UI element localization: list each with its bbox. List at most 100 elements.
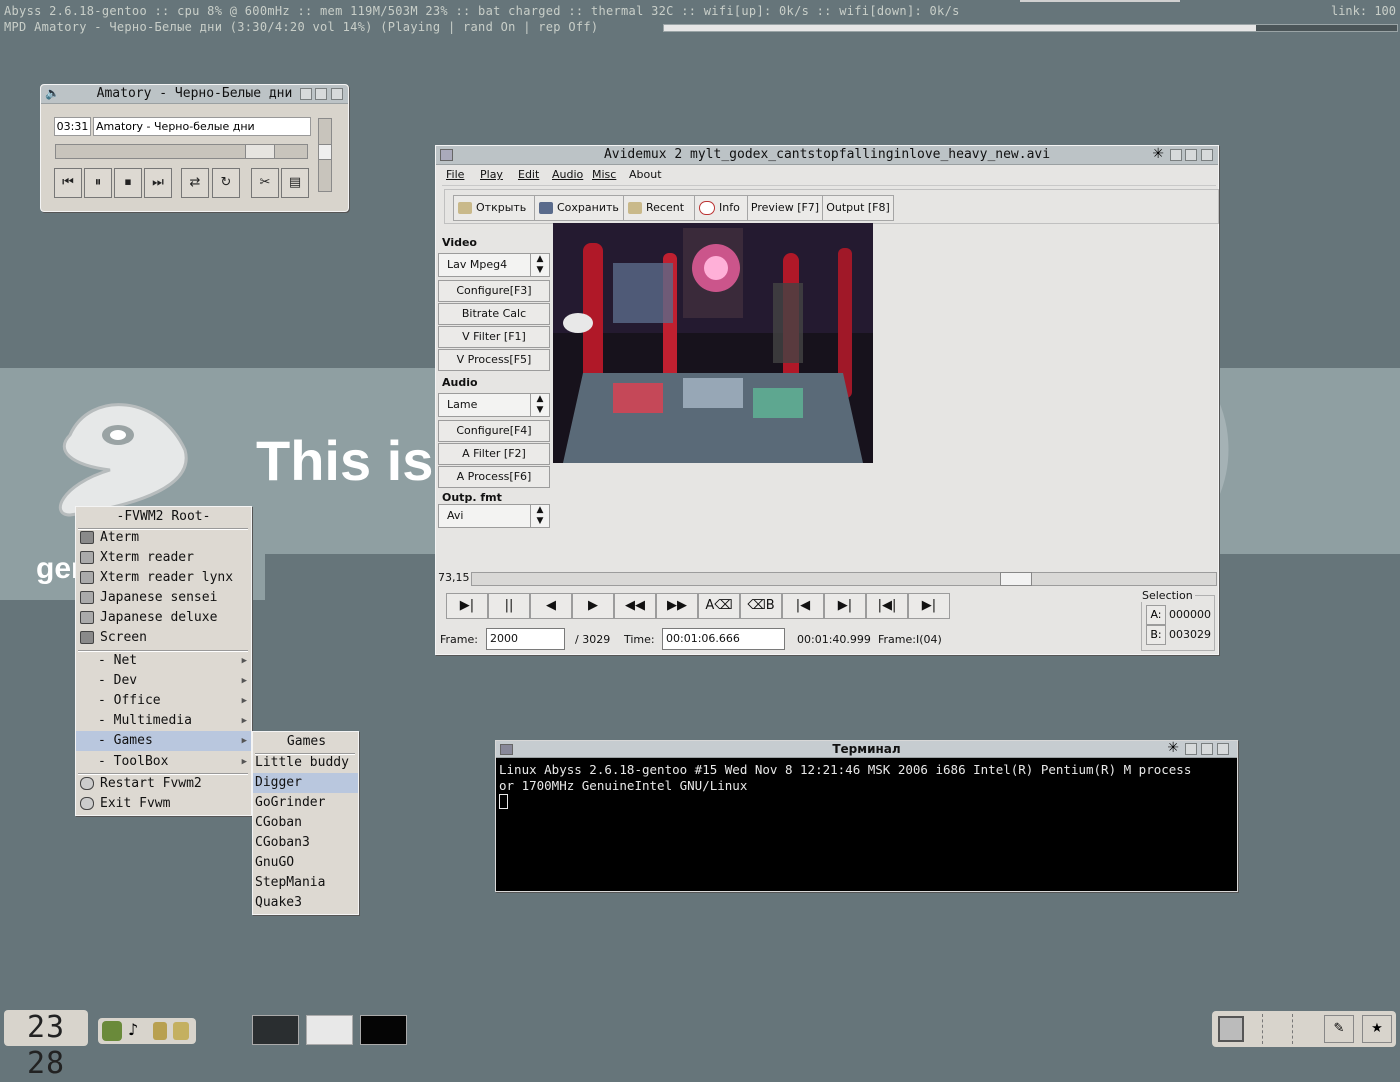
video-configure-button[interactable]: Configure[F3] xyxy=(438,280,550,302)
bitrate-calc-button[interactable]: Bitrate Calc xyxy=(438,303,550,325)
shuffle-button[interactable]: ⇄ xyxy=(181,168,209,198)
maximize-icon[interactable] xyxy=(1217,743,1229,755)
menu-audio[interactable]: Audio xyxy=(552,168,583,181)
pager-desk-3[interactable] xyxy=(360,1015,407,1045)
minimize-icon[interactable] xyxy=(1201,743,1213,755)
audio-filter-button[interactable]: A Filter [F2] xyxy=(438,443,550,465)
repeat-button[interactable]: ↻ xyxy=(212,168,240,198)
menu-item-games[interactable]: - Games ▶ xyxy=(76,731,251,751)
submenu-arrow-icon: ▶ xyxy=(241,656,247,666)
xmms-titlebar[interactable]: 🔈 Amatory - Черно-Белые дни xyxy=(41,85,348,104)
next-keyframe-button[interactable]: ▶▶ xyxy=(656,593,698,619)
menu-item-dev[interactable]: - Dev ▶ xyxy=(76,671,251,691)
monitor-icon[interactable] xyxy=(1218,1016,1244,1042)
menu-item-xterm-reader-lynx[interactable]: Xterm reader lynx xyxy=(76,568,251,588)
game-item-quake3[interactable]: Quake3 xyxy=(253,893,358,913)
star-icon[interactable]: ★ xyxy=(1362,1015,1392,1043)
menu-item-multimedia[interactable]: - Multimedia ▶ xyxy=(76,711,251,731)
frame-input[interactable]: 2000 xyxy=(486,628,565,650)
menu-item-aterm[interactable]: Aterm xyxy=(76,528,251,548)
apps-icon[interactable] xyxy=(173,1022,189,1040)
prev-frame-button[interactable]: ◀ xyxy=(530,593,572,619)
game-item-stepmania[interactable]: StepMania xyxy=(253,873,358,893)
next-button[interactable]: ⏭ xyxy=(144,168,172,198)
output-button[interactable]: Output [F8] xyxy=(822,195,894,221)
sticky-icon[interactable]: ✳ xyxy=(1167,740,1179,756)
pause-button[interactable]: ⏸ xyxy=(84,168,112,198)
goto-start-button[interactable]: |◀| xyxy=(866,593,908,619)
menu-file[interactable]: File xyxy=(446,168,464,181)
game-item-digger[interactable]: Digger xyxy=(253,773,358,793)
menu-edit[interactable]: Edit xyxy=(518,168,539,181)
audio-codec-select[interactable]: Lame ▲ ▼ xyxy=(438,393,550,417)
menu-item-exit[interactable]: Exit Fvwm xyxy=(76,794,251,814)
video-process-button[interactable]: V Process[F5] xyxy=(438,349,550,371)
menu-item-net[interactable]: - Net ▶ xyxy=(76,651,251,671)
sticky-icon[interactable]: ✳ xyxy=(1152,146,1164,162)
game-item-cgoban[interactable]: CGoban xyxy=(253,813,358,833)
goto-end-button[interactable]: ▶| xyxy=(908,593,950,619)
stop-button[interactable]: ⏹ xyxy=(114,168,142,198)
stop-button[interactable]: || xyxy=(488,593,530,619)
open-button[interactable]: Открыть xyxy=(453,195,535,221)
xmms-volume-knob[interactable] xyxy=(319,144,331,161)
book-icon xyxy=(80,551,94,564)
menu-item-office[interactable]: - Office ▶ xyxy=(76,691,251,711)
playlist-button[interactable]: ▤ xyxy=(281,168,309,198)
minimize-icon[interactable] xyxy=(1185,149,1197,161)
avidemux-titlebar[interactable]: Avidemux 2 mylt_godex_cantstopfallinginl… xyxy=(436,146,1218,165)
audio-configure-button[interactable]: Configure[F4] xyxy=(438,420,550,442)
maximize-icon[interactable] xyxy=(1201,149,1213,161)
menu-misc[interactable]: Misc xyxy=(592,168,616,181)
pager-desk-1[interactable] xyxy=(252,1015,299,1045)
music-icon[interactable]: ♪ xyxy=(128,1020,138,1039)
restore-icon[interactable] xyxy=(1170,149,1182,161)
prev-button[interactable]: ⏮ xyxy=(54,168,82,198)
audio-process-button[interactable]: A Process[F6] xyxy=(438,466,550,488)
next-frame-button[interactable]: ▶ xyxy=(572,593,614,619)
terminal-titlebar[interactable]: Терминал ✳ xyxy=(496,740,1237,758)
menu-item-japanese-sensei[interactable]: Japanese sensei xyxy=(76,588,251,608)
pin-icon[interactable]: ✎ xyxy=(1324,1015,1354,1043)
menu-item-japanese-deluxe[interactable]: Japanese deluxe xyxy=(76,608,251,628)
pager-desk-2[interactable] xyxy=(306,1015,353,1045)
tools-icon[interactable] xyxy=(153,1022,167,1040)
menu-item-label: - Multimedia xyxy=(98,713,192,728)
play-button[interactable]: ▶| xyxy=(446,593,488,619)
minimize-icon[interactable] xyxy=(315,88,327,100)
menu-play[interactable]: Play xyxy=(480,168,503,181)
game-item-gogrinder[interactable]: GoGrinder xyxy=(253,793,358,813)
position-slider-knob[interactable] xyxy=(1000,572,1033,586)
goto-marker-a-button[interactable]: |◀ xyxy=(782,593,824,619)
tools-button[interactable]: ✂ xyxy=(251,168,279,198)
game-item-cgoban3[interactable]: CGoban3 xyxy=(253,833,358,853)
prev-keyframe-button[interactable]: ◀◀ xyxy=(614,593,656,619)
position-slider[interactable] xyxy=(471,572,1217,586)
game-item-gnugo[interactable]: GnuGO xyxy=(253,853,358,873)
terminal-window[interactable]: Терминал ✳ Linux Abyss 2.6.18-gentoo #15… xyxy=(495,740,1238,892)
xmms-seek-bar[interactable] xyxy=(55,144,308,159)
menu-item-xterm-reader[interactable]: Xterm reader xyxy=(76,548,251,568)
xmms-seek-knob[interactable] xyxy=(245,145,276,158)
game-item-little-buddy[interactable]: Little buddy xyxy=(253,753,358,773)
maximize-icon[interactable] xyxy=(331,88,343,100)
menu-about[interactable]: About xyxy=(629,168,662,181)
video-filter-button[interactable]: V Filter [F1] xyxy=(438,326,550,348)
menu-item-restart[interactable]: Restart Fvwm2 xyxy=(76,774,251,794)
xmms-volume-slider[interactable] xyxy=(318,118,332,192)
recent-button[interactable]: Recent xyxy=(623,195,695,221)
preview-button[interactable]: Preview [F7] xyxy=(747,195,823,221)
restore-icon[interactable] xyxy=(1185,743,1197,755)
output-format-select[interactable]: Avi ▲ ▼ xyxy=(438,504,550,528)
video-codec-select[interactable]: Lav Mpeg4 ▲ ▼ xyxy=(438,253,550,277)
menu-item-toolbox[interactable]: - ToolBox ▶ xyxy=(76,752,251,772)
app-launcher-icon[interactable] xyxy=(102,1021,122,1041)
save-button[interactable]: Сохранить xyxy=(534,195,624,221)
menu-item-screen[interactable]: Screen xyxy=(76,628,251,648)
goto-marker-b-button[interactable]: ▶| xyxy=(824,593,866,619)
set-marker-a-button[interactable]: A⌫ xyxy=(698,593,740,619)
time-input[interactable]: 00:01:06.666 xyxy=(662,628,785,650)
restore-icon[interactable] xyxy=(300,88,312,100)
set-marker-b-button[interactable]: ⌫B xyxy=(740,593,782,619)
info-button[interactable]: Info xyxy=(694,195,748,221)
